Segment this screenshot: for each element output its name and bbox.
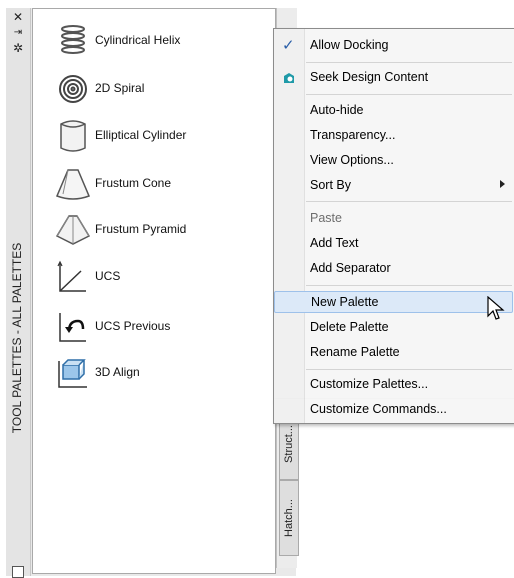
check-icon: ✓ (282, 36, 295, 54)
menu-separator (306, 94, 512, 95)
menu-item-customize-commands[interactable]: Customize Commands... (273, 399, 514, 424)
menu-item-allow-docking[interactable]: ✓ Allow Docking (274, 35, 513, 57)
menu-item-transparency[interactable]: Transparency... (274, 125, 513, 147)
autohide-icon[interactable]: ⇥ (6, 26, 30, 40)
tool-frustum-cone[interactable]: Frustum Cone (53, 164, 273, 204)
tool-label: 3D Align (95, 365, 140, 379)
seek-icon (284, 73, 294, 83)
frustum-pyramid-icon (55, 215, 91, 245)
menu-icon-gutter (274, 399, 305, 423)
menu-separator (306, 369, 512, 370)
tool-label: UCS Previous (95, 319, 171, 333)
menu-separator (306, 62, 512, 63)
tool-label: Frustum Pyramid (95, 222, 187, 236)
menu-item-add-text[interactable]: Add Text (274, 233, 513, 255)
menu-separator (306, 285, 512, 286)
elliptical-cylinder-icon (60, 120, 86, 152)
menu-item-add-separator[interactable]: Add Separator (274, 258, 513, 280)
frustum-cone-icon (56, 169, 90, 200)
tab-hatch[interactable]: Hatch... (279, 480, 299, 556)
ucs-icon (57, 260, 86, 292)
spiral-icon (59, 75, 87, 103)
menu-item-sort-by[interactable]: Sort By (274, 175, 513, 197)
context-menu: ✓ Allow Docking Seek Design Content Auto… (273, 28, 514, 402)
menu-item-auto-hide[interactable]: Auto-hide (274, 100, 513, 122)
tool-frustum-pyramid[interactable]: Frustum Pyramid (53, 210, 273, 250)
tool-label: 2D Spiral (95, 81, 145, 95)
helix-icon (61, 25, 85, 54)
menu-item-rename-palette[interactable]: Rename Palette (274, 342, 513, 364)
tool-elliptical-cylinder[interactable]: Elliptical Cylinder (53, 116, 273, 156)
close-icon[interactable]: ✕ (6, 10, 30, 24)
menu-separator (306, 201, 512, 202)
tool-3d-align[interactable]: 3D Align (53, 353, 273, 393)
menu-item-view-options[interactable]: View Options... (274, 150, 513, 172)
menu-item-customize-palettes[interactable]: Customize Palettes... (274, 374, 513, 396)
3d-align-icon (58, 359, 87, 388)
submenu-arrow-icon (500, 180, 505, 188)
menu-item-new-palette[interactable]: New Palette (274, 291, 513, 313)
tool-ucs-previous[interactable]: UCS Previous (53, 307, 273, 347)
tool-cylindrical-helix[interactable]: Cylindrical Helix (53, 21, 273, 61)
palette-menu-icon[interactable] (12, 566, 24, 578)
palette-content: Cylindrical Helix 2D Spiral Elliptical C… (32, 8, 276, 574)
menu-item-delete-palette[interactable]: Delete Palette (274, 317, 513, 339)
palette-title: TOOL PALETTES - ALL PALETTES (10, 242, 24, 434)
tool-label: UCS (95, 269, 121, 283)
tool-label: Cylindrical Helix (95, 33, 181, 47)
menu-item-seek-design-content[interactable]: Seek Design Content (274, 67, 513, 89)
tool-2d-spiral[interactable]: 2D Spiral (53, 69, 273, 109)
properties-icon[interactable]: ✲ (6, 41, 30, 55)
tool-label: Elliptical Cylinder (95, 128, 187, 142)
tool-label: Frustum Cone (95, 176, 172, 190)
mouse-cursor-icon (487, 296, 505, 320)
palette-titlebar[interactable]: ✕ ⇥ ✲ TOOL PALETTES - ALL PALETTES (6, 8, 31, 578)
menu-item-paste: Paste (310, 211, 342, 225)
ucs-previous-icon (59, 313, 86, 342)
tool-ucs[interactable]: UCS (53, 257, 273, 297)
